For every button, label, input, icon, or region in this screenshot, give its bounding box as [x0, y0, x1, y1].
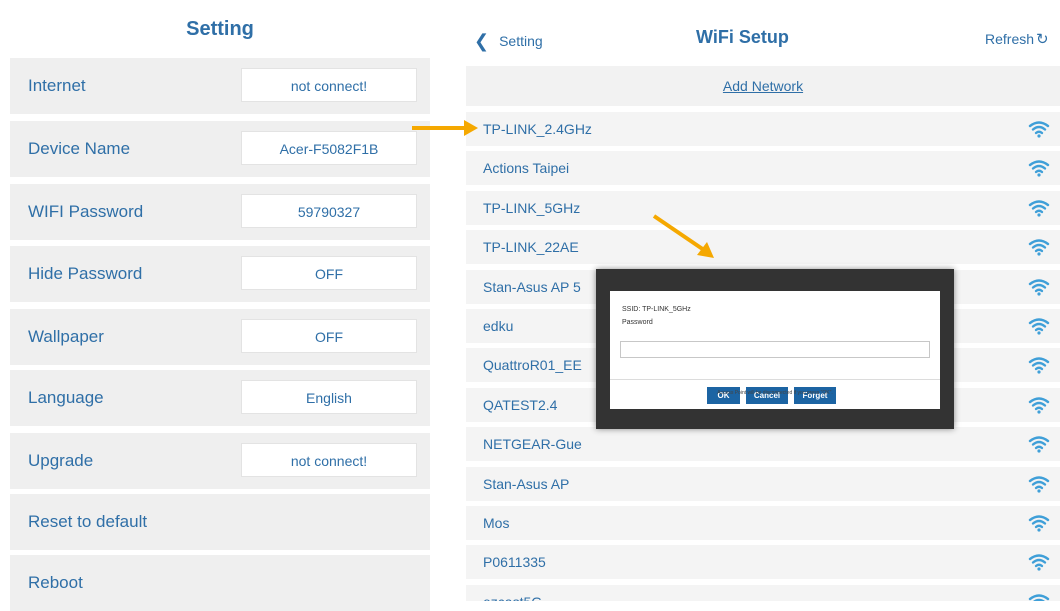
network-name: QuattroR01_EE: [483, 357, 582, 374]
wifi-signal-icon: [1028, 199, 1050, 217]
setting-label: Device Name: [28, 139, 131, 158]
password-input[interactable]: [620, 341, 930, 358]
setting-row-language[interactable]: Language English: [10, 370, 430, 426]
add-network-link[interactable]: Add Network: [723, 78, 803, 94]
wifi-signal-icon: [1028, 593, 1050, 601]
network-item[interactable]: NETGEAR-Gue: [466, 427, 1060, 462]
network-name: TP-LINK_2.4GHz: [483, 121, 592, 137]
setting-label: Reset to default: [28, 512, 148, 531]
network-name: TP-LINK_22AE: [483, 239, 579, 256]
setting-label: Internet: [28, 76, 86, 95]
page-title: Setting: [186, 18, 254, 40]
refresh-button[interactable]: Refresh ↻: [985, 30, 1049, 48]
network-name: TP-LINK_5GHz: [483, 199, 581, 216]
divider: [610, 379, 940, 380]
wifi-signal-icon: [1028, 238, 1050, 256]
chevron-left-icon: ❮: [474, 31, 490, 51]
add-network-bar: Add Network: [466, 66, 1060, 106]
setting-row-internet[interactable]: Internet not connect!: [10, 58, 430, 114]
setting-label: Wallpaper: [28, 327, 104, 346]
setting-row-reboot[interactable]: Reboot: [10, 555, 430, 611]
network-item[interactable]: Actions Taipei: [466, 151, 1060, 186]
setting-label: WIFI Password: [28, 202, 144, 221]
network-item[interactable]: P0611335: [466, 545, 1060, 580]
setting-value-field[interactable]: not connect!: [241, 443, 417, 477]
network-name: Stan-Asus AP 5: [483, 278, 581, 295]
setting-value-field[interactable]: English: [241, 380, 417, 414]
wifi-signal-icon: [1028, 120, 1050, 138]
setting-value-field[interactable]: OFF: [241, 319, 417, 353]
page-title: WiFi Setup: [696, 27, 789, 47]
network-item[interactable]: TP-LINK_5GHz: [466, 190, 1060, 225]
refresh-icon: ↻: [1036, 31, 1049, 48]
setting-row-hide-password[interactable]: Hide Password OFF: [10, 246, 430, 302]
password-dialog: SSID: TP-LINK_5GHz Password OK Cancel Fo…: [596, 269, 954, 429]
wifi-signal-icon: [1028, 475, 1050, 493]
setting-row-wallpaper[interactable]: Wallpaper OFF: [10, 309, 430, 365]
setting-row-wifi-password[interactable]: WIFI Password 59790327: [10, 184, 430, 240]
setting-panel: Setting Internet not connect! Device Nam…: [0, 0, 440, 611]
back-button[interactable]: ❮ Setting: [474, 30, 543, 51]
wifi-signal-icon: [1028, 553, 1050, 571]
setting-row-device-name[interactable]: Device Name Acer-F5082F1B: [10, 121, 430, 177]
network-name: ezcast5G: [483, 585, 542, 601]
annotation-arrow-icon: [652, 214, 714, 258]
network-item[interactable]: TP-LINK_22AE: [466, 230, 1060, 265]
password-label: Password: [622, 319, 653, 326]
wifi-signal-icon: [1028, 159, 1050, 177]
network-name: Stan-Asus AP: [483, 475, 570, 492]
setting-value-field[interactable]: Acer-F5082F1B: [241, 131, 417, 165]
wifi-signal-icon: [1028, 317, 1050, 335]
refresh-label: Refresh: [985, 31, 1035, 47]
setting-label: Hide Password: [28, 264, 143, 283]
setting-row-reset-to-default[interactable]: Reset to default: [10, 494, 430, 550]
dialog-note: Access Point will be disconnected if you…: [717, 390, 833, 396]
network-name: Actions Taipei: [483, 160, 570, 177]
setting-value-field[interactable]: 59790327: [241, 194, 417, 228]
setting-label: Language: [28, 388, 104, 407]
annotation-arrow-icon: [412, 120, 478, 136]
network-name: QATEST2.4: [483, 396, 558, 413]
setting-label: Reboot: [28, 573, 83, 592]
wifi-signal-icon: [1028, 435, 1050, 453]
setting-value-field[interactable]: OFF: [241, 256, 417, 290]
wifi-signal-icon: [1028, 396, 1050, 414]
setting-value-field[interactable]: not connect!: [241, 68, 417, 102]
network-name: P0611335: [483, 554, 546, 571]
back-label: Setting: [499, 33, 543, 49]
network-name: NETGEAR-Gue: [483, 436, 582, 453]
network-item[interactable]: TP-LINK_2.4GHz: [466, 112, 1060, 146]
setting-label: Upgrade: [28, 451, 94, 470]
network-name: edku: [483, 318, 514, 334]
wifi-signal-icon: [1028, 514, 1050, 532]
network-item[interactable]: ezcast5G: [466, 584, 1060, 601]
dialog-ssid: SSID: TP-LINK_5GHz: [622, 306, 691, 313]
setting-row-upgrade[interactable]: Upgrade not connect!: [10, 433, 430, 489]
network-item[interactable]: Mos: [466, 506, 1060, 540]
network-name: Mos: [483, 515, 510, 531]
wifi-signal-icon: [1028, 356, 1050, 374]
network-item[interactable]: Stan-Asus AP: [466, 466, 1060, 501]
wifi-signal-icon: [1028, 278, 1050, 296]
